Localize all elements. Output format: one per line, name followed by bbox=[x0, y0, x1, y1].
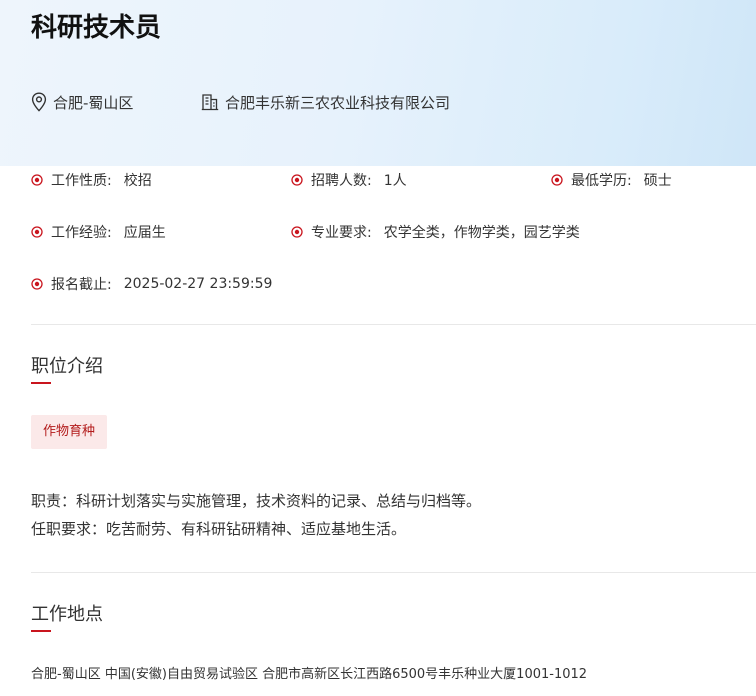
info-value: 1人 bbox=[383, 173, 407, 189]
info-value: 农学全类，作物学类，园艺学类 bbox=[383, 225, 580, 241]
info-headcount: 招聘人数: 1人 bbox=[291, 170, 407, 190]
job-header: 科研技术员 合肥-蜀山区 合肥丰乐新三农农业科技有限公司 bbox=[0, 0, 756, 166]
target-bullet-icon bbox=[31, 278, 43, 290]
job-detail-page: 科研技术员 合肥-蜀山区 合肥丰乐新三农农业科技有限公司 工作性质: 校招 招聘… bbox=[0, 0, 756, 696]
info-education: 最低学历: 硕士 bbox=[551, 170, 672, 190]
target-bullet-icon bbox=[291, 226, 303, 238]
target-bullet-icon bbox=[31, 174, 43, 186]
section-title-underline bbox=[31, 382, 51, 384]
workplace-address: 合肥-蜀山区 中国(安徽)自由贸易试验区 合肥市高新区长江西路6500号丰乐种业… bbox=[31, 667, 588, 682]
info-label: 工作性质: bbox=[51, 173, 112, 189]
job-location: 合肥-蜀山区 bbox=[31, 90, 133, 114]
info-value: 2025-02-27 23:59:59 bbox=[123, 276, 273, 292]
job-requirement: 任职要求：吃苦耐劳、有科研钻研精神、适应基地生活。 bbox=[31, 520, 407, 538]
info-label: 招聘人数: bbox=[311, 173, 372, 189]
location-pin-icon bbox=[31, 92, 47, 112]
section-divider bbox=[31, 572, 756, 573]
job-company: 合肥丰乐新三农农业科技有限公司 bbox=[201, 90, 450, 114]
job-title: 科研技术员 bbox=[31, 13, 162, 43]
job-company-text: 合肥丰乐新三农农业科技有限公司 bbox=[225, 93, 451, 112]
info-label: 报名截止: bbox=[51, 277, 112, 293]
info-value: 应届生 bbox=[123, 225, 166, 241]
job-tag: 作物育种 bbox=[31, 415, 108, 449]
section-divider bbox=[31, 324, 756, 325]
building-icon bbox=[201, 94, 219, 111]
target-bullet-icon bbox=[551, 174, 563, 186]
info-experience: 工作经验: 应届生 bbox=[31, 222, 166, 242]
intro-section-title: 职位介绍 bbox=[31, 356, 103, 377]
info-deadline: 报名截止: 2025-02-27 23:59:59 bbox=[31, 274, 272, 294]
target-bullet-icon bbox=[291, 174, 303, 186]
info-major: 专业要求: 农学全类，作物学类，园艺学类 bbox=[291, 222, 580, 242]
info-label: 最低学历: bbox=[571, 173, 632, 189]
job-duty: 职责：科研计划落实与实施管理，技术资料的记录、总结与归档等。 bbox=[31, 492, 482, 510]
job-location-text: 合肥-蜀山区 bbox=[53, 93, 134, 112]
info-label: 专业要求: bbox=[311, 225, 372, 241]
info-value: 校招 bbox=[123, 173, 152, 189]
workplace-section-title: 工作地点 bbox=[31, 604, 103, 625]
info-value: 硕士 bbox=[643, 173, 672, 189]
info-label: 工作经验: bbox=[51, 225, 112, 241]
section-title-underline bbox=[31, 630, 51, 632]
target-bullet-icon bbox=[31, 226, 43, 238]
info-nature: 工作性质: 校招 bbox=[31, 170, 152, 190]
